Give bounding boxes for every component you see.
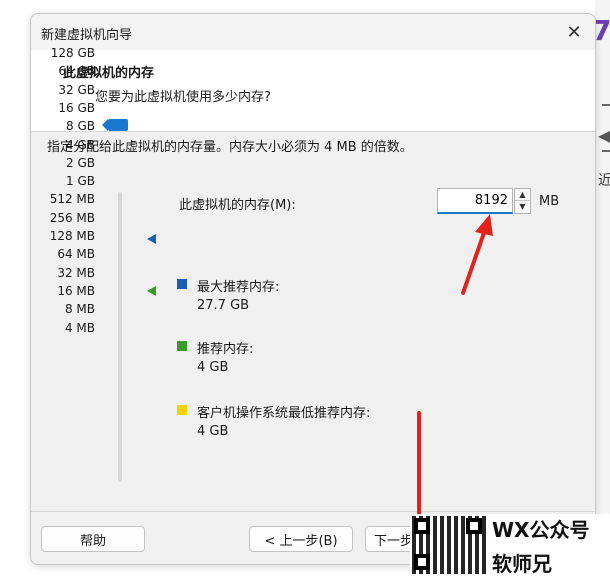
- memory-scale-label: 32 MB: [57, 265, 95, 280]
- help-button[interactable]: 帮助: [41, 526, 145, 552]
- background-window: [595, 0, 610, 575]
- legend-label: 最大推荐内存:: [197, 280, 280, 295]
- memory-scale-label: 8 MB: [64, 302, 95, 317]
- legend-swatch-yellow: [177, 405, 187, 415]
- memory-slider-track[interactable]: [118, 192, 122, 482]
- watermark-line2: 软师兄: [492, 552, 552, 576]
- memory-scale-label: 64 MB: [57, 247, 95, 262]
- memory-scale-label: 32 GB: [58, 82, 95, 97]
- memory-input[interactable]: [437, 188, 513, 214]
- memory-unit: MB: [539, 194, 560, 209]
- memory-scale-label: 8 GB: [66, 119, 95, 134]
- legend-label: 推荐内存:: [197, 342, 254, 357]
- legend-swatch-blue: [177, 279, 187, 289]
- memory-panel: 128 GB 64 GB 32 GB 16 GB 8 GB 4 GB 2 GB 1 GB 512…: [41, 46, 581, 494]
- legend-value: 4 GB: [197, 424, 229, 439]
- spin-down-icon[interactable]: ▼: [515, 201, 530, 213]
- help-button-label: 帮助: [79, 533, 106, 549]
- legend-value: 4 GB: [197, 360, 229, 375]
- memory-scale-label: 16 GB: [58, 100, 95, 115]
- new-vm-wizard-dialog: 新建虚拟机向导 ✕ 此虚拟机的内存 您要为此虚拟机使用多少内存? 指定分配给此虚…: [30, 13, 596, 565]
- memory-scale-label: 128 MB: [49, 229, 95, 243]
- memory-scale-label: 256 MB: [49, 210, 95, 225]
- close-button[interactable]: ✕: [559, 18, 589, 46]
- memory-slider-thumb[interactable]: [102, 119, 128, 132]
- memory-scale-label: 512 MB: [49, 192, 95, 207]
- memory-scale-label: 1 GB: [66, 174, 95, 189]
- max-recommended-marker-icon: [147, 234, 156, 244]
- legend-label: 客户机操作系统最低推荐内存:: [197, 406, 371, 421]
- title-bar: 新建虚拟机向导 ✕: [31, 14, 595, 50]
- memory-scale-label: 4 GB: [66, 137, 95, 152]
- back-button-label: < 上一步(B): [264, 533, 338, 549]
- recommended-marker-icon: [147, 286, 156, 296]
- background-text: 近: [598, 173, 610, 189]
- memory-scale-label: 128 GB: [50, 46, 95, 60]
- memory-scale-label: 16 MB: [57, 283, 95, 298]
- memory-field-label: 此虚拟机的内存(M):: [179, 198, 296, 213]
- back-button[interactable]: < 上一步(B): [249, 526, 353, 552]
- background-arrow-icon: ◀: [598, 126, 610, 145]
- watermark-line1: WX公众号: [492, 518, 590, 542]
- next-button-label: 下一步: [374, 533, 414, 549]
- background-divider: [602, 150, 610, 152]
- memory-spinner[interactable]: ▲ ▼: [514, 188, 531, 214]
- qr-finder-icon: [466, 518, 482, 534]
- memory-scale-label: 64 GB: [58, 64, 95, 79]
- memory-scale-label: 4 MB: [64, 320, 95, 335]
- spin-up-icon[interactable]: ▲: [515, 189, 530, 201]
- window-title: 新建虚拟机向导: [41, 28, 133, 43]
- legend-value: 27.7 GB: [197, 298, 250, 313]
- legend-swatch-green: [177, 341, 187, 351]
- page-subtitle: 您要为此虚拟机使用多少内存?: [95, 90, 271, 105]
- qr-finder-icon: [414, 554, 430, 570]
- background-divider: [602, 104, 610, 106]
- description-text: 指定分配给此虚拟机的内存量。内存大小必须为 4 MB 的倍数。: [47, 140, 413, 155]
- close-icon: ✕: [566, 21, 582, 43]
- memory-scale-label: 2 GB: [66, 155, 95, 170]
- qr-finder-icon: [414, 518, 430, 534]
